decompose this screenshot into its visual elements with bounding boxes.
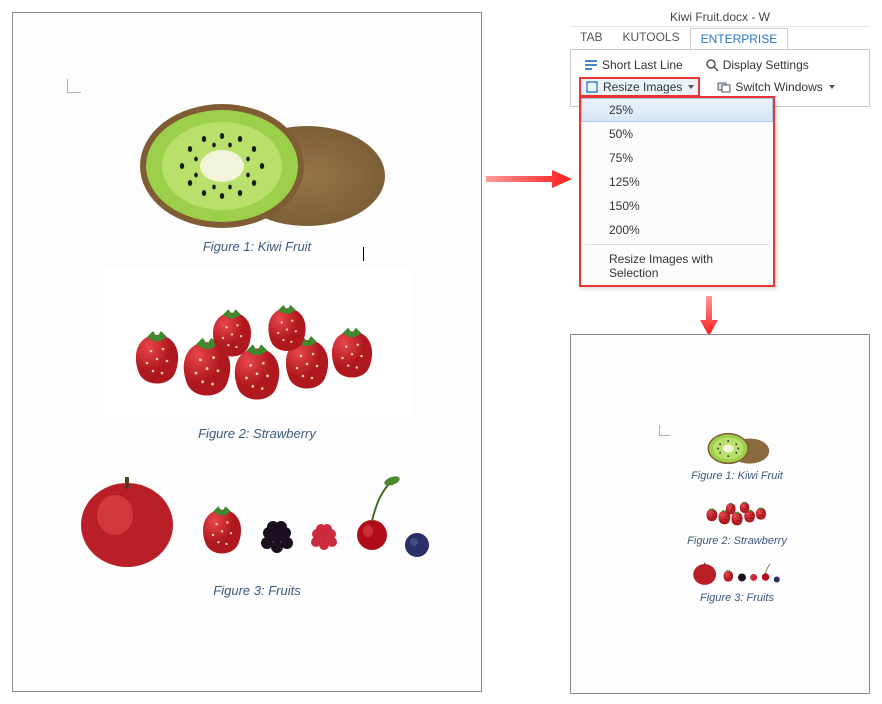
image-kiwi[interactable] [53, 81, 461, 231]
display-settings-button[interactable]: Display Settings [700, 56, 814, 74]
switch-windows-icon [717, 80, 731, 94]
resize-opt-200[interactable]: 200% [581, 218, 773, 242]
image-fruits-small[interactable] [617, 557, 857, 587]
magnifier-icon [705, 58, 719, 72]
arrow-right-icon [486, 170, 572, 188]
resize-opt-50[interactable]: 50% [581, 122, 773, 146]
text-cursor-icon [363, 247, 364, 261]
resize-images-label: Resize Images [603, 80, 682, 94]
caption-fig2-small: Figure 2: Strawberry [617, 535, 857, 547]
short-last-line-icon [584, 58, 598, 72]
ribbon-body: Short Last Line Display Settings Resize … [570, 49, 870, 107]
short-last-line-label: Short Last Line [602, 58, 683, 72]
display-settings-label: Display Settings [723, 58, 809, 72]
ribbon-panel: Kiwi Fruit.docx - W TAB KUTOOLS ENTERPRI… [570, 6, 870, 107]
short-last-line-button[interactable]: Short Last Line [579, 56, 688, 74]
menu-separator [585, 244, 769, 245]
tab-tab[interactable]: TAB [570, 27, 612, 49]
caption-fig1: Figure 1: Kiwi Fruit [53, 239, 461, 254]
switch-windows-button[interactable]: Switch Windows [712, 78, 839, 96]
document-page-original: Figure 1: Kiwi Fruit [12, 12, 482, 692]
chevron-down-icon [829, 85, 835, 89]
document-page-resized: Figure 1: Kiwi Fruit Figure 2: Strawberr… [570, 334, 870, 694]
resize-opt-150[interactable]: 150% [581, 194, 773, 218]
chevron-down-icon [688, 85, 694, 89]
image-strawberry-small[interactable] [617, 492, 857, 530]
tab-kutools[interactable]: KUTOOLS [612, 27, 689, 49]
window-title: Kiwi Fruit.docx - W [570, 6, 870, 27]
resize-with-selection[interactable]: Resize Images with Selection [581, 247, 773, 285]
resize-opt-125[interactable]: 125% [581, 170, 773, 194]
image-strawberry[interactable] [53, 268, 461, 418]
resize-opt-75[interactable]: 75% [581, 146, 773, 170]
ribbon-tabs: TAB KUTOOLS ENTERPRISE [570, 27, 870, 49]
resize-images-button[interactable]: Resize Images [579, 77, 700, 97]
caption-fig3: Figure 3: Fruits [53, 583, 461, 598]
caption-fig2: Figure 2: Strawberry [53, 426, 461, 441]
resize-opt-25[interactable]: 25% [581, 98, 773, 122]
switch-windows-label: Switch Windows [735, 80, 822, 94]
image-fruits[interactable] [53, 455, 461, 575]
resize-images-dropdown: 25% 50% 75% 125% 150% 200% Resize Images… [579, 96, 775, 287]
resize-icon [585, 80, 599, 94]
caption-fig1-small: Figure 1: Kiwi Fruit [617, 470, 857, 482]
margin-corner-icon [659, 425, 670, 436]
margin-corner-icon [67, 79, 81, 93]
arrow-down-icon [700, 296, 718, 336]
caption-fig3-small: Figure 3: Fruits [617, 592, 857, 604]
image-kiwi-small[interactable] [617, 427, 857, 465]
tab-enterprise[interactable]: ENTERPRISE [690, 28, 789, 50]
